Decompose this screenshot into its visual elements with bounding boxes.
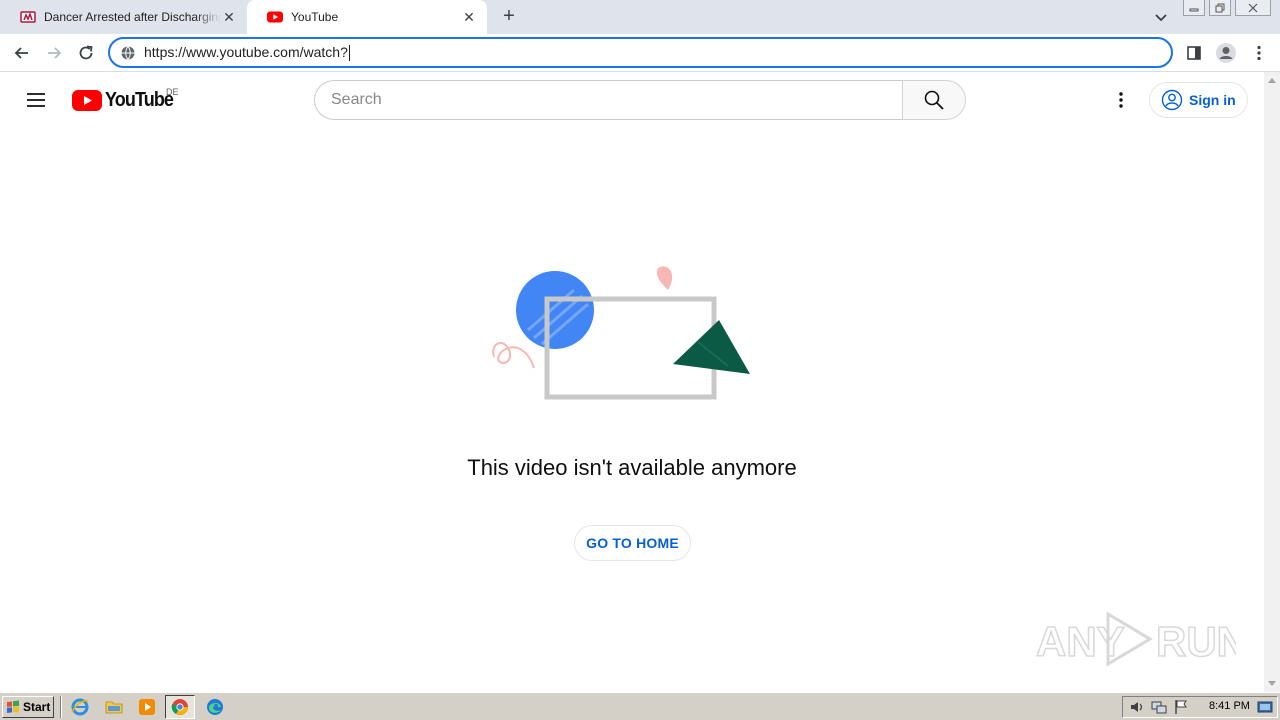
search-button[interactable]: [902, 80, 966, 120]
taskbar-clock: 8:41 PM: [1209, 700, 1250, 712]
address-url-text: https://www.youtube.com/watch?: [144, 43, 350, 62]
watermark-text-left: ANY: [1036, 618, 1125, 665]
watermark-text-right: RUN: [1156, 618, 1236, 665]
tab-dancer-arrested[interactable]: Dancer Arrested after Discharging Gun ✕: [0, 0, 247, 34]
back-icon: [14, 47, 28, 59]
profile-icon: [1216, 43, 1236, 63]
edge-icon[interactable]: [206, 698, 224, 716]
forward-icon: [48, 47, 62, 59]
scroll-down-arrow-icon[interactable]: [1268, 681, 1276, 686]
youtube-play-logo-icon: [72, 89, 102, 111]
taskbar-separator: [60, 696, 62, 718]
scroll-up-arrow-icon[interactable]: [1268, 78, 1276, 83]
internet-explorer-icon[interactable]: [71, 698, 89, 716]
side-panel-button[interactable]: [1182, 41, 1206, 65]
sign-in-button[interactable]: Sign in: [1149, 82, 1248, 118]
video-unavailable-message: This video isn't available anymore: [467, 455, 797, 480]
text-caret: [348, 45, 350, 62]
minimize-window-button[interactable]: [1183, 0, 1205, 16]
start-button[interactable]: Start: [2, 696, 54, 718]
sign-in-label: Sign in: [1189, 92, 1236, 108]
minimize-icon: [1189, 8, 1199, 11]
tab-youtube[interactable]: YouTube ✕: [247, 0, 487, 34]
search-input[interactable]: [331, 91, 871, 109]
tab-close-icon[interactable]: ✕: [221, 9, 237, 25]
back-button[interactable]: [10, 41, 34, 65]
windows-flag-icon: [7, 700, 19, 713]
close-window-button[interactable]: [1235, 0, 1271, 16]
reload-icon: [79, 45, 93, 60]
reload-button[interactable]: [74, 41, 98, 65]
show-desktop-icon[interactable]: [1257, 699, 1273, 715]
youtube-wordmark: YouTube: [105, 88, 174, 111]
volume-icon[interactable]: [1129, 699, 1145, 715]
news-site-favicon-icon: [20, 11, 36, 23]
youtube-logo[interactable]: YouTube: [72, 89, 181, 111]
video-unavailable-illustration: [492, 266, 750, 400]
network-icon[interactable]: [1151, 699, 1167, 715]
system-tray: 8:41 PM: [1122, 696, 1278, 718]
youtube-favicon-icon: [267, 11, 283, 23]
tab-search-chevron-icon[interactable]: [1152, 8, 1170, 26]
anyrun-watermark-logo: ANY RUN: [1036, 611, 1236, 667]
site-info-icon[interactable]: [120, 45, 136, 61]
go-to-home-button[interactable]: GO TO HOME: [574, 525, 691, 561]
tab-strip: Dancer Arrested after Discharging Gun ✕ …: [0, 0, 1280, 34]
forward-button[interactable]: [42, 41, 66, 65]
page-scrollbar[interactable]: [1264, 72, 1280, 692]
restore-icon: [1215, 3, 1225, 12]
search-box: [314, 80, 903, 120]
country-code: DE: [166, 87, 179, 97]
close-icon: [1248, 3, 1258, 12]
account-circle-icon: [1161, 89, 1183, 111]
flag-icon[interactable]: [1173, 699, 1189, 715]
chrome-icon: [171, 699, 188, 715]
chrome-taskbar-button[interactable]: [165, 695, 195, 719]
profile-button[interactable]: [1214, 41, 1238, 65]
address-bar[interactable]: https://www.youtube.com/watch?: [108, 37, 1173, 68]
tab-title: Dancer Arrested after Discharging Gun: [44, 10, 221, 24]
menu-kebab-icon: [1257, 45, 1261, 61]
youtube-masthead: YouTube DE Sign in: [0, 72, 1264, 128]
hamburger-menu-icon[interactable]: [24, 88, 48, 112]
browser-toolbar: https://www.youtube.com/watch?: [0, 34, 1280, 72]
tab-close-icon[interactable]: ✕: [461, 9, 477, 25]
restore-window-button[interactable]: [1209, 0, 1231, 16]
windows-taskbar: Start 8:41 PM: [0, 692, 1280, 720]
settings-menu-button[interactable]: [1109, 88, 1133, 112]
tab-title: YouTube: [291, 10, 339, 24]
browser-menu-button[interactable]: [1247, 41, 1271, 65]
new-tab-button[interactable]: +: [498, 6, 520, 28]
more-vert-icon: [1119, 92, 1123, 108]
side-panel-icon: [1187, 46, 1201, 60]
media-player-icon[interactable]: [138, 698, 156, 716]
start-label: Start: [23, 700, 51, 714]
folder-icon[interactable]: [105, 698, 123, 716]
search-icon: [924, 90, 944, 110]
